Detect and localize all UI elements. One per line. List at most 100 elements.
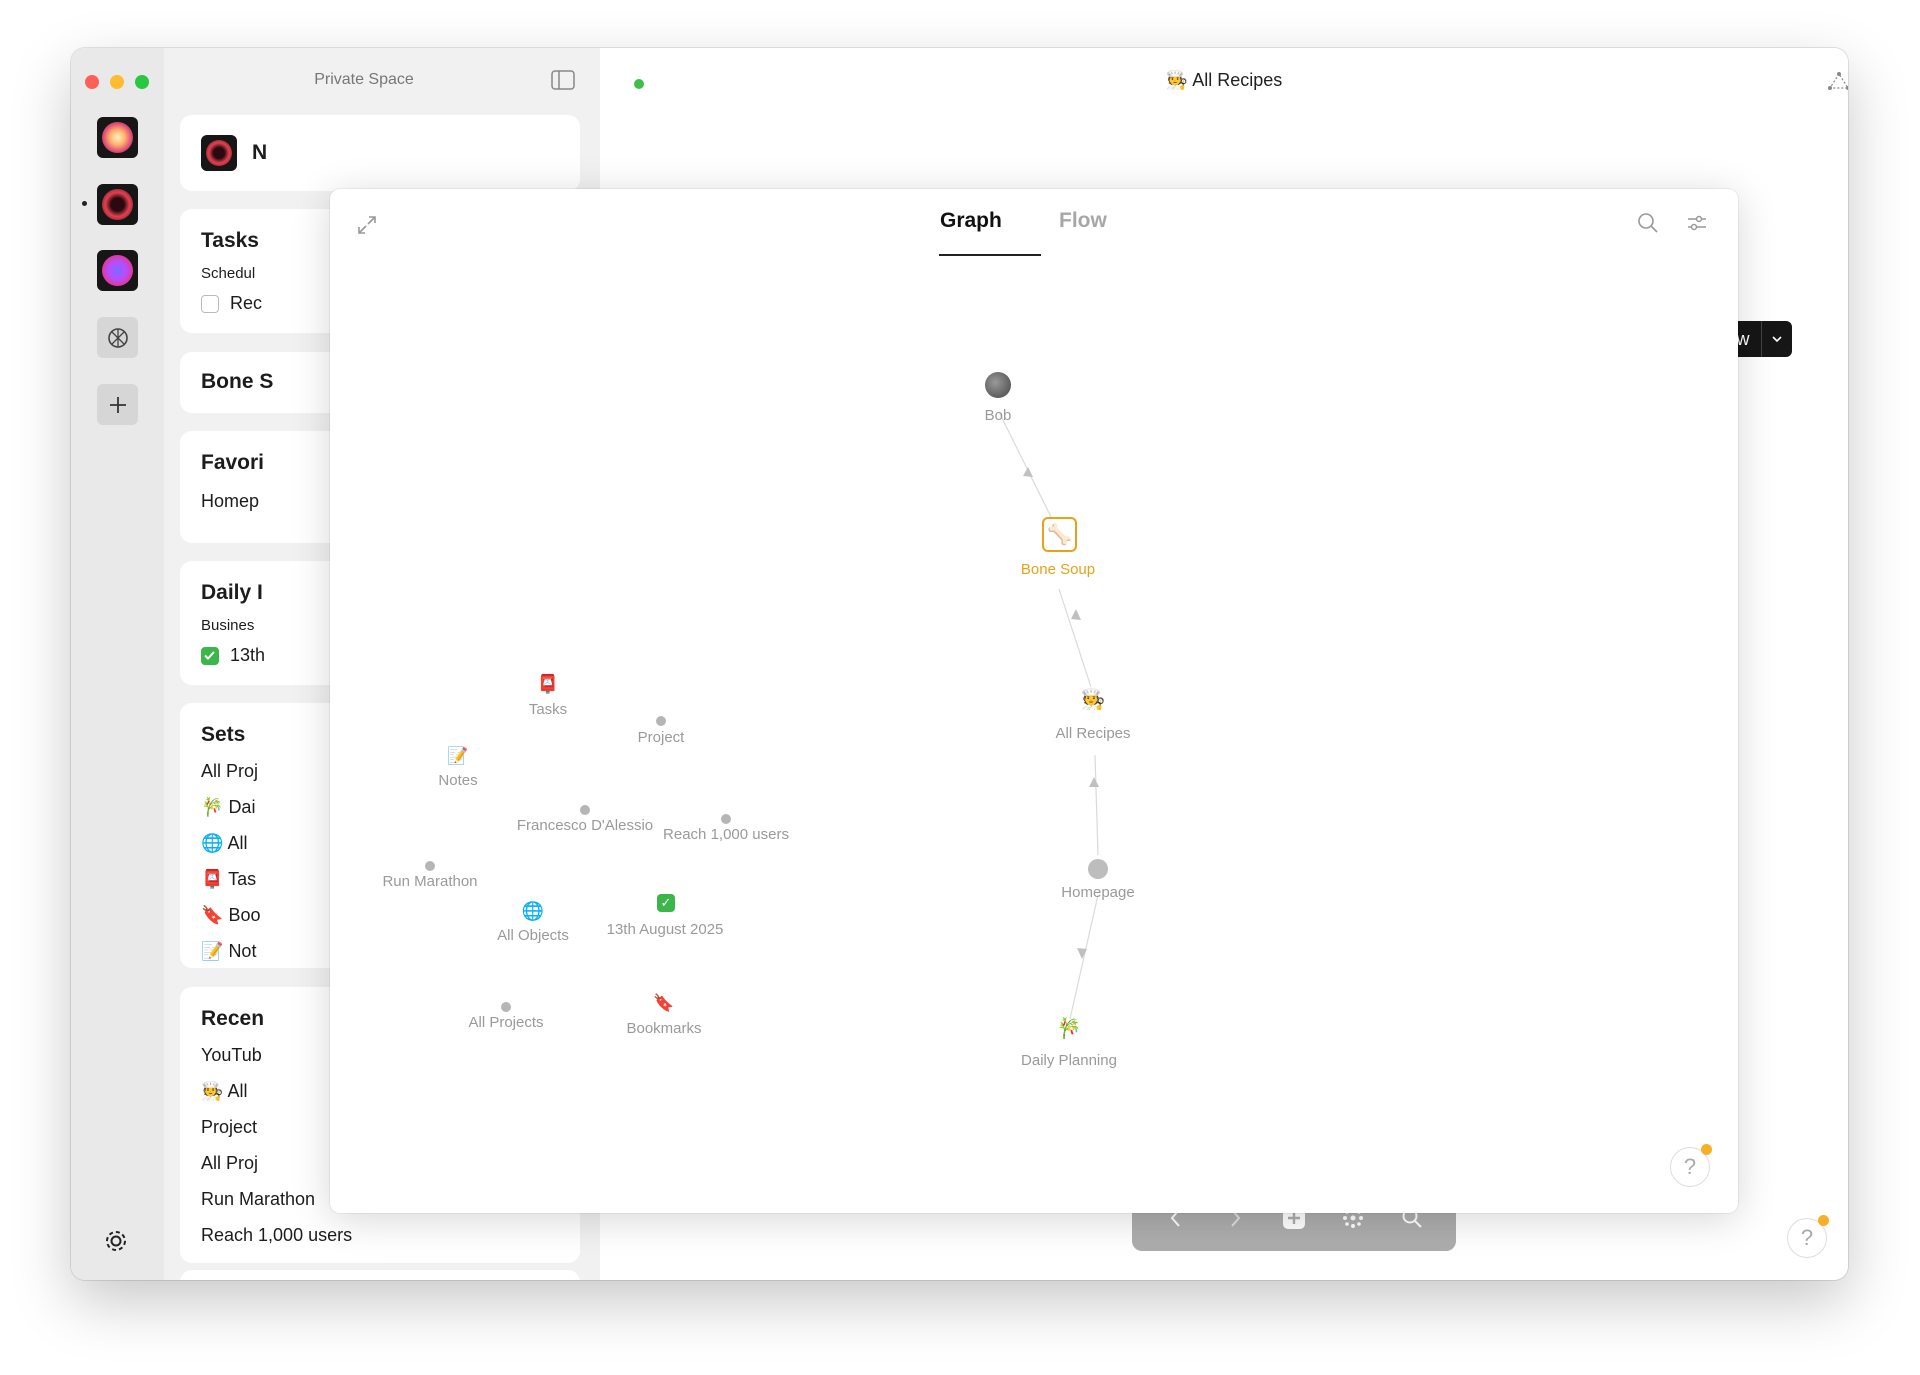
node-notes[interactable]: Notes xyxy=(438,772,477,789)
set-label: Tas xyxy=(228,869,257,889)
chevron-down-icon xyxy=(1772,336,1782,343)
space-button-3[interactable] xyxy=(97,250,138,291)
cook-emoji-icon: 🧑‍🍳 xyxy=(1165,70,1189,90)
help-label: ? xyxy=(1683,1154,1697,1179)
cook-emoji-icon[interactable]: 🧑‍🍳 xyxy=(1081,690,1106,710)
bamboo-emoji-icon[interactable]: 🎋 xyxy=(1057,1019,1082,1039)
space-button-1[interactable] xyxy=(97,117,138,158)
edge-allrecipes-homepage xyxy=(1094,754,1099,856)
node-all-objects[interactable]: All Objects xyxy=(497,927,569,944)
minimize-window-button[interactable] xyxy=(110,75,124,89)
sets-item[interactable]: All Proj xyxy=(201,761,258,782)
edge-bob-bonesoup xyxy=(998,411,1056,526)
space-button-2[interactable] xyxy=(97,184,138,225)
edge-homepage-dailyplanning xyxy=(1069,894,1099,1020)
node-bookmarks[interactable]: Bookmarks xyxy=(626,1020,701,1037)
sets-item[interactable]: 📝 Not xyxy=(201,941,256,962)
globe-grid-icon xyxy=(107,327,128,348)
recent-item[interactable]: Run Marathon xyxy=(201,1189,315,1210)
globe-emoji-icon: 🌐 xyxy=(201,833,224,853)
node-run-marathon[interactable]: Run Marathon xyxy=(382,873,477,890)
memo-emoji-icon[interactable]: 📝 xyxy=(447,748,468,765)
page-title-text: All Recipes xyxy=(1192,70,1283,90)
checkmark-icon xyxy=(204,651,215,660)
node-tasks[interactable]: Tasks xyxy=(529,701,567,718)
space-widget-name: N xyxy=(252,141,268,164)
node-homepage[interactable]: Homepage xyxy=(1061,884,1134,901)
node-project[interactable]: Project xyxy=(638,729,685,746)
project-node-dot[interactable] xyxy=(656,716,666,726)
set-label: All Proj xyxy=(201,761,259,781)
task-checkbox[interactable] xyxy=(201,295,219,313)
recent-label: Run Marathon xyxy=(201,1189,316,1209)
sets-item[interactable]: 🌐 All xyxy=(201,833,247,854)
add-space-button[interactable] xyxy=(97,384,138,425)
reach-node-dot[interactable] xyxy=(721,814,731,824)
recent-item[interactable]: All Proj xyxy=(201,1153,258,1174)
all-projects-node-dot[interactable] xyxy=(501,1002,511,1012)
bone-soup-node-icon[interactable]: 🦴 xyxy=(1042,517,1077,552)
node-bob[interactable]: Bob xyxy=(985,407,1012,424)
recent-item[interactable]: YouTub xyxy=(201,1045,262,1066)
node-all-recipes[interactable]: All Recipes xyxy=(1055,725,1130,742)
cook-emoji-icon: 🧑‍🍳 xyxy=(201,1081,224,1101)
node-reach-users[interactable]: Reach 1,000 users xyxy=(663,826,789,843)
daily-widget-subtitle: Busines xyxy=(201,617,255,634)
sets-item[interactable]: 🔖 Boo xyxy=(201,905,260,926)
recent-label: All Proj xyxy=(201,1153,259,1173)
sets-item[interactable]: 🎋 Dai xyxy=(201,797,255,818)
tasks-widget-title[interactable]: Tasks xyxy=(201,229,259,253)
maximize-window-button[interactable] xyxy=(135,75,149,89)
sets-widget-title[interactable]: Sets xyxy=(201,723,245,747)
bookmark-emoji-icon: 🔖 xyxy=(201,905,224,925)
space-orb-icon xyxy=(102,255,133,286)
postbox-emoji-icon: 📮 xyxy=(201,869,224,889)
new-dropdown-toggle[interactable] xyxy=(1761,321,1792,357)
homepage-node-dot[interactable] xyxy=(1088,859,1108,879)
node-bone-soup[interactable]: Bone Soup xyxy=(1021,561,1095,578)
node-daily-planning[interactable]: Daily Planning xyxy=(1021,1052,1117,1069)
francesco-node-dot[interactable] xyxy=(580,805,590,815)
recent-item[interactable]: Reach 1,000 users xyxy=(201,1225,352,1246)
recent-widget-title[interactable]: Recen xyxy=(201,1007,264,1031)
recent-label: YouTub xyxy=(201,1045,262,1065)
favorites-item[interactable]: Homep xyxy=(201,491,259,512)
bookmark-emoji-icon[interactable]: 🔖 xyxy=(653,995,674,1012)
node-francesco[interactable]: Francesco D'Alessio xyxy=(517,817,653,834)
recent-label: Project xyxy=(201,1117,258,1137)
sets-item[interactable]: 📮 Tas xyxy=(201,869,256,890)
set-label: Not xyxy=(228,941,257,961)
space-orb-icon xyxy=(206,140,232,166)
edge-arrow xyxy=(1089,777,1099,787)
sidebar-widget-next xyxy=(180,1270,580,1280)
space-orb-icon xyxy=(102,189,133,220)
postbox-emoji-icon[interactable]: 📮 xyxy=(537,675,559,693)
close-window-button[interactable] xyxy=(85,75,99,89)
checkbox-node-icon[interactable]: ✓ xyxy=(657,894,675,912)
main-help-button[interactable]: ? xyxy=(1787,1215,1829,1258)
daily-item-label[interactable]: 13th xyxy=(230,645,265,666)
run-marathon-node-dot[interactable] xyxy=(425,861,435,871)
bob-avatar[interactable] xyxy=(985,372,1011,398)
graph-view-icon[interactable] xyxy=(1826,70,1848,92)
sidebar-toggle-icon[interactable] xyxy=(551,70,575,90)
daily-checkbox-checked[interactable] xyxy=(201,647,219,665)
daily-widget-title[interactable]: Daily I xyxy=(201,581,263,605)
settings-gear-icon[interactable] xyxy=(101,1226,131,1256)
help-label: ? xyxy=(1800,1225,1814,1250)
recent-item[interactable]: 🧑‍🍳 All xyxy=(201,1081,247,1102)
gallery-button[interactable] xyxy=(97,317,138,358)
edge-arrow xyxy=(1077,948,1087,959)
recent-item[interactable]: Project xyxy=(201,1117,257,1138)
node-all-projects[interactable]: All Projects xyxy=(468,1014,543,1031)
memo-emoji-icon: 📝 xyxy=(201,941,224,961)
favorites-widget-title[interactable]: Favori xyxy=(201,451,264,475)
graph-help-button[interactable]: ? xyxy=(1670,1144,1712,1187)
node-august-2025[interactable]: 13th August 2025 xyxy=(607,921,724,938)
bone-widget-title[interactable]: Bone S xyxy=(201,370,273,394)
globe-emoji-icon[interactable]: 🌐 xyxy=(522,902,544,920)
graph-popup: Graph Flow Bob 🦴 Bone xyxy=(330,189,1738,1213)
task-item-label[interactable]: Rec xyxy=(230,293,262,314)
edge-arrow xyxy=(1071,609,1081,620)
space-widget-card[interactable]: N xyxy=(180,115,580,191)
